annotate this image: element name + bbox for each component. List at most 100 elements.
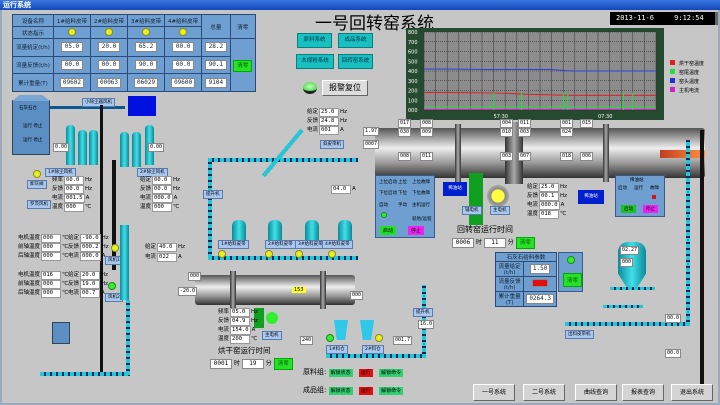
bin-status-led <box>295 250 303 258</box>
weight-value: 00063 <box>96 77 122 88</box>
start-button[interactable]: 启动 <box>380 226 397 235</box>
legend-item: 窑尾温度 <box>670 69 704 78</box>
readout: 反馈 00.0 Hz <box>140 185 181 194</box>
kiln-value: 015 <box>580 119 594 128</box>
equipment-tag: 2#给料皮带 <box>265 240 296 249</box>
kiln-inlet-value: 1.97 <box>363 127 380 136</box>
panel-title: 稀油站 <box>630 178 644 183</box>
product-system-button[interactable]: 成品系统 <box>338 33 373 48</box>
panel-label: 下位 <box>398 191 407 196</box>
row-label: 流量给定(t/h) <box>12 38 54 57</box>
coal-powder-system-button[interactable]: 木煤粉系统 <box>296 54 334 69</box>
y-tick-label: 800 <box>408 30 418 36</box>
feeder-reset-button[interactable]: 清零 <box>563 273 582 287</box>
legend-label: 窑头温度 <box>679 79 700 85</box>
conveyor <box>603 305 643 308</box>
kiln-runtime-reset-button[interactable]: 清零 <box>515 237 535 249</box>
kiln-value: 010 <box>500 128 514 137</box>
readout: 反馈 04.9 Hz <box>218 317 259 326</box>
stop-button[interactable]: 停止 <box>408 226 425 235</box>
x-tick-label: 07:30 <box>598 114 612 120</box>
runtime-hours: 0006 <box>452 238 474 248</box>
rotary-kiln-system-button[interactable]: 回转窑系统 <box>338 54 373 69</box>
clear-button[interactable]: 清零 <box>233 60 253 72</box>
equipment-tag: 主电机 <box>490 206 510 215</box>
y-tick-label: 300 <box>408 79 418 85</box>
kiln-value: 003 <box>500 152 514 161</box>
flow-setpoint-input[interactable]: 1.50 <box>529 264 551 274</box>
equipment-tag: 斜皮带机 <box>320 140 344 149</box>
bin-status-led <box>328 250 336 258</box>
readout: 反馈 19.0 Hz <box>68 280 109 289</box>
equipment-tag: 提升机 <box>203 190 223 199</box>
feeder-status-led <box>567 256 575 264</box>
dryer-temp-value: 153 <box>292 287 306 293</box>
readout: 反馈 000.2 Hz <box>68 243 109 252</box>
readout: 频率 00.0 Hz <box>52 176 93 185</box>
feeder-belt-table: 设备名称 1#给料皮带 2#给料皮带 3#给料皮带 4#给料皮带 总量 清零 状… <box>12 14 257 92</box>
flow-setpoint-input[interactable]: 20.0 <box>98 42 120 53</box>
flow-feedback-value: 00.0 <box>172 59 195 70</box>
lube-stop-button[interactable]: 停止 <box>643 205 658 213</box>
column-header: 3#给料皮带 <box>127 14 166 27</box>
bin-status-led <box>265 250 273 258</box>
bin-status-led <box>218 250 226 258</box>
kiln-value: 030 <box>398 128 412 137</box>
fault-indicator <box>652 195 656 199</box>
lube-start-button[interactable]: 启动 <box>621 205 636 213</box>
row-label: 流量反馈(t/h) <box>494 276 525 292</box>
dryer-runtime-title: 烘干窑运行时间 <box>218 346 271 355</box>
flow-setpoint-input[interactable]: 00.0 <box>172 42 195 53</box>
report-query-button[interactable]: 报表查询 <box>622 384 664 401</box>
panel-label: 主机运行 <box>412 203 430 208</box>
raw-material-system-button[interactable]: 原料系统 <box>297 33 332 48</box>
system-two-button[interactable]: 二号系统 <box>523 384 565 401</box>
weight-value: 09600 <box>171 77 196 88</box>
conveyor <box>208 158 212 258</box>
table-title: 石灰石给料参数 <box>495 252 557 262</box>
unlock-command-button[interactable]: 解锁命令 <box>379 387 404 395</box>
readout: 给定 25.0 Hz <box>307 108 348 117</box>
flow-setpoint-input[interactable]: 65.2 <box>135 42 158 53</box>
flow-setpoint-input[interactable]: 05.0 <box>60 42 83 53</box>
legend-label: 窑尾温度 <box>679 70 700 76</box>
readout: 电机温度 000 ℃ <box>18 234 69 243</box>
trend-chart: 800 700 600 500 400 300 200 100 000 57:30 07:30 <box>406 28 664 120</box>
equipment-tag: 1#料仓 <box>326 345 348 354</box>
legend-item: 烘干窑温度 <box>670 60 704 69</box>
curve-query-button[interactable]: 曲线查询 <box>575 384 617 401</box>
kiln-value: 011 <box>518 119 532 128</box>
kiln-value: 001 <box>560 119 574 128</box>
readout: 给定 20.0 Hz <box>68 271 109 280</box>
kiln-support <box>469 173 483 225</box>
exit-system-button[interactable]: 退出系统 <box>671 384 713 401</box>
flow-feedback-value <box>532 279 549 287</box>
panel-label: 故障 <box>650 186 659 191</box>
flow-feedback-value: 00.0 <box>98 59 120 70</box>
readout: 频率 05.0 Hz <box>218 308 259 317</box>
dryer-runtime-reset-button[interactable]: 清零 <box>273 358 293 370</box>
pipe <box>700 130 704 400</box>
system-one-button[interactable]: 一号系统 <box>473 384 515 401</box>
hours-unit: 时 <box>475 239 482 246</box>
dryer-tyre <box>320 271 326 309</box>
kiln-value: 008 <box>420 119 434 128</box>
readout: 前轴温度 000 ℃ <box>18 243 69 252</box>
oil-station: 稀油站 <box>578 190 604 204</box>
equipment-tag: 提升机 <box>413 308 433 317</box>
fan-status-led <box>108 282 116 290</box>
y-tick-label: 000 <box>408 108 418 114</box>
feed-bin <box>268 220 282 242</box>
equipment-tag: 4#给料皮带 <box>322 240 353 249</box>
unlock-command-button[interactable]: 解锁命令 <box>379 369 404 377</box>
row-label: 累计重量(T) <box>494 291 525 307</box>
feed-bin <box>232 220 246 242</box>
alarm-reset-button[interactable]: 报警复位 <box>322 80 368 96</box>
readout: 后轴温度 000 ℃ <box>18 252 69 261</box>
panel-label: 自动 <box>379 203 388 208</box>
panel-label: 手动 <box>398 203 407 208</box>
legend-label: 主机电流 <box>679 88 700 94</box>
equipment-tag: 2#料仓 <box>362 345 384 354</box>
equipment-tag: 出料皮带机 <box>565 330 594 339</box>
total-value: 9104 <box>204 77 227 88</box>
